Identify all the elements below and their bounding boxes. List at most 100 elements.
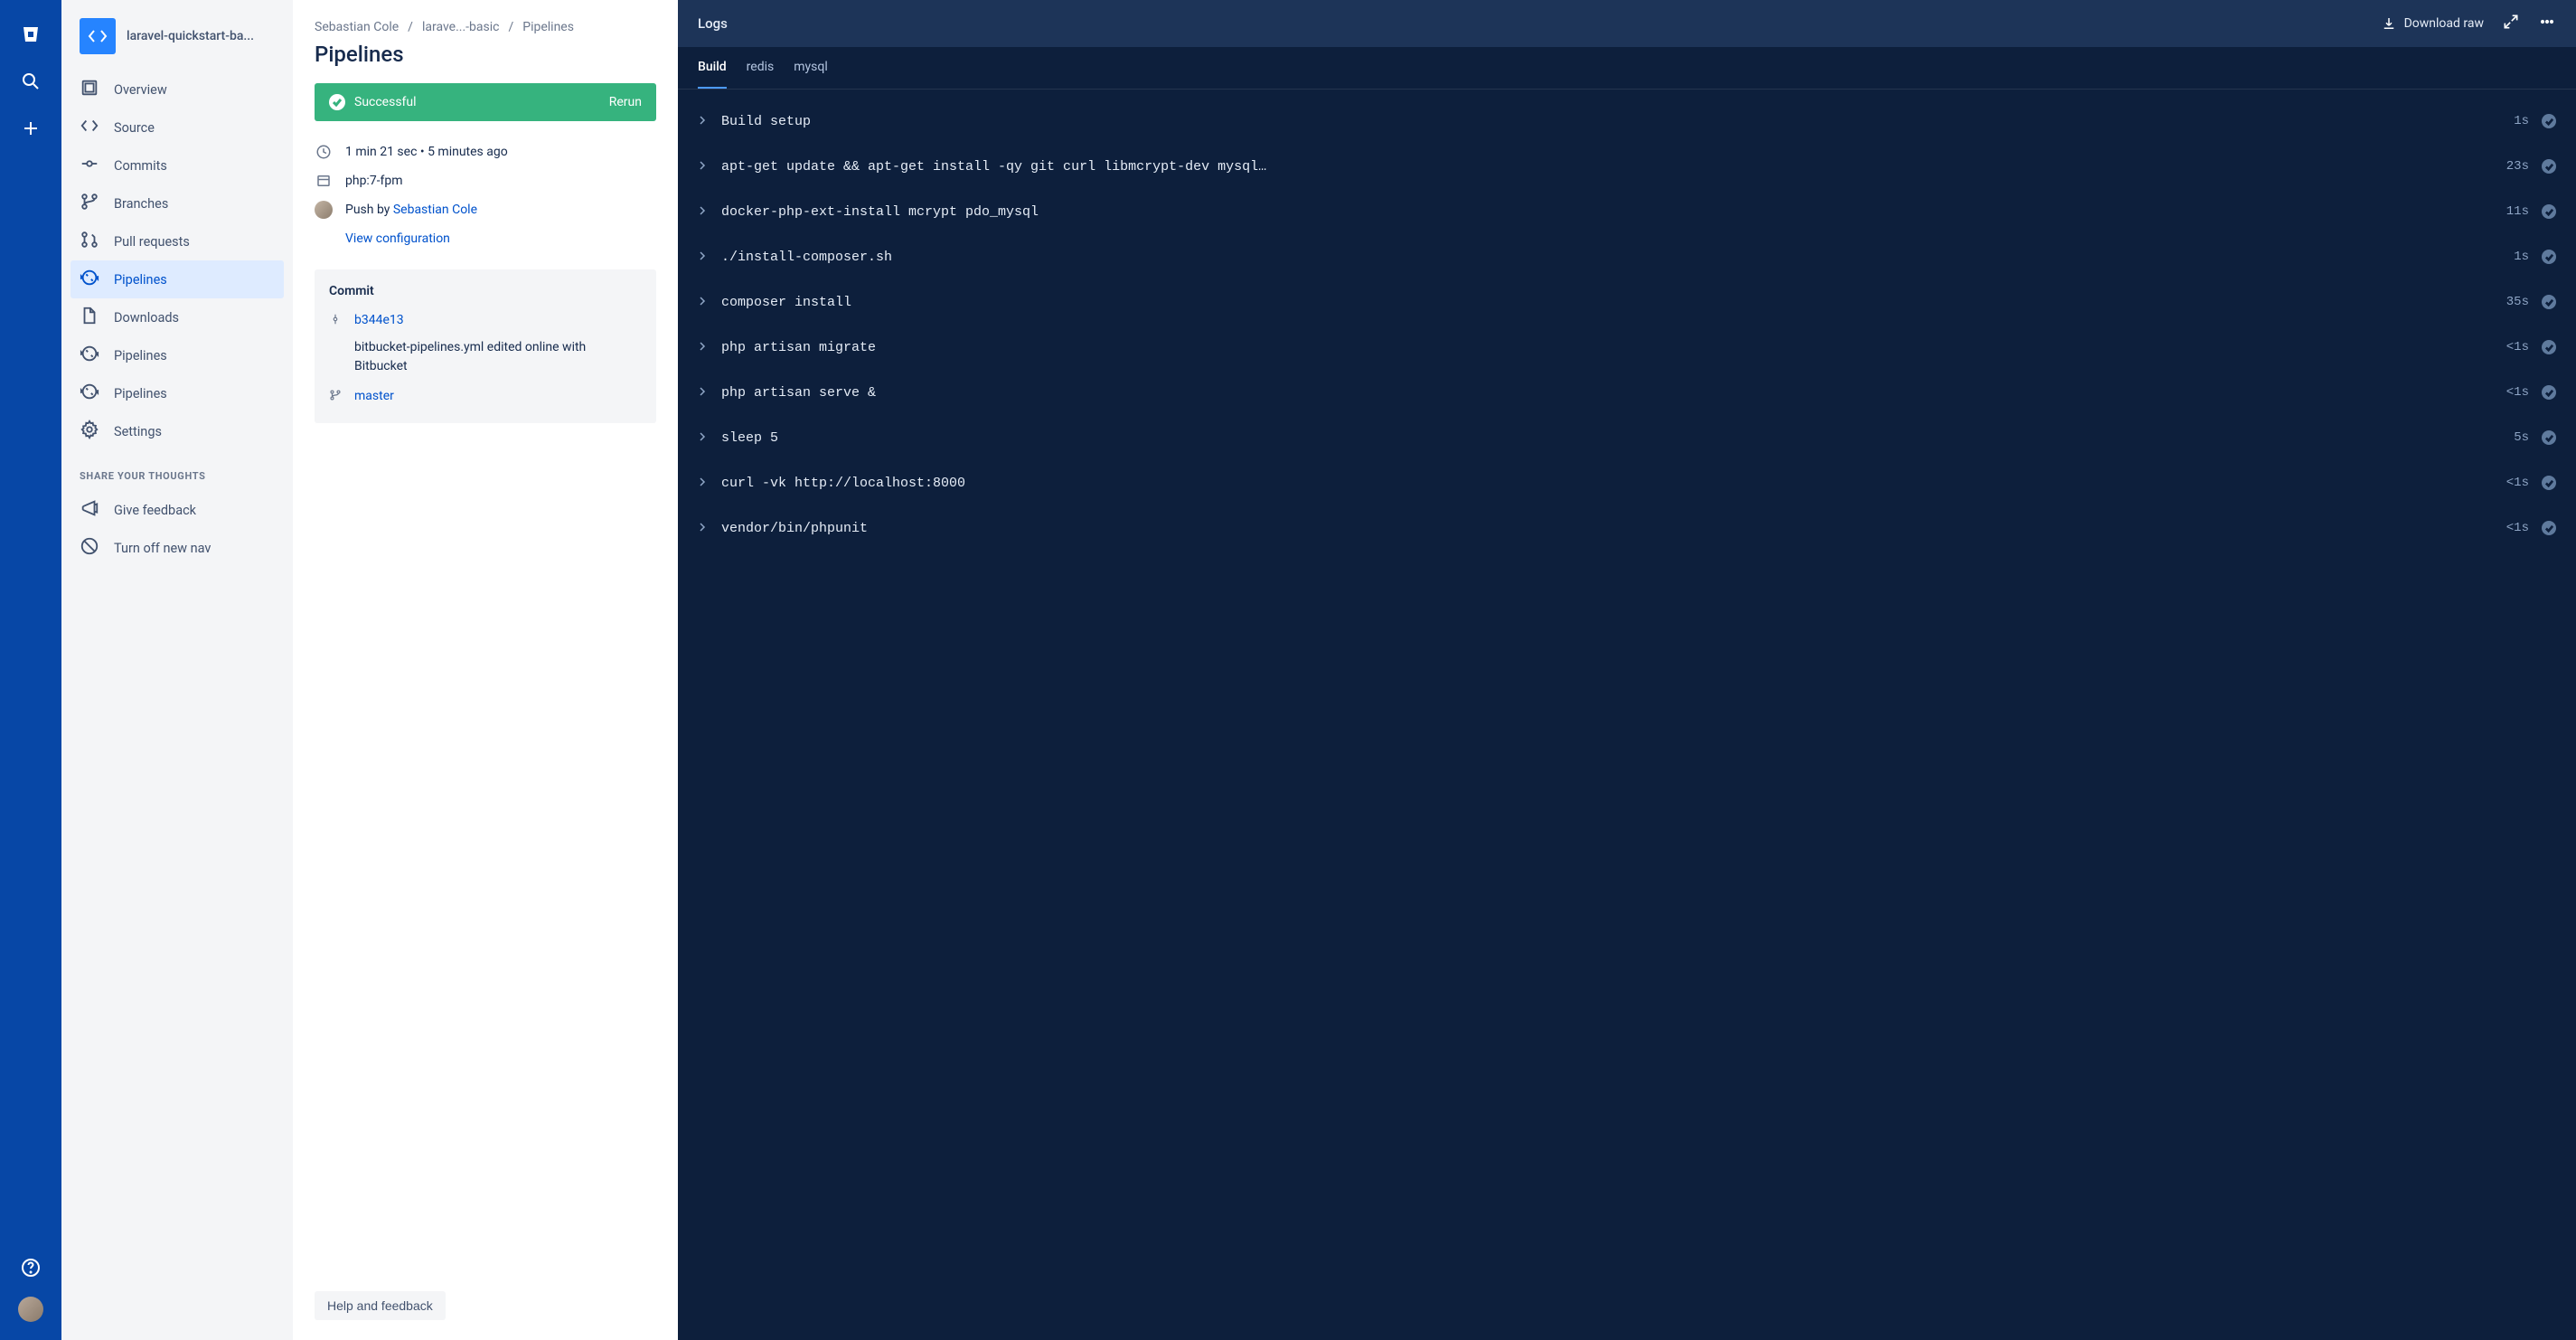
logs-tabs: Build redis mysql (678, 47, 2576, 90)
success-check-icon (2542, 250, 2556, 264)
meta-duration: 1 min 21 sec • 5 minutes ago (315, 137, 656, 166)
log-line[interactable]: ./install-composer.sh 1s (698, 234, 2556, 279)
commit-card: Commit b344e13 bitbucket-pipelines.yml e… (315, 269, 656, 423)
breadcrumb-repo[interactable]: larave...-basic (422, 20, 500, 34)
log-line[interactable]: php artisan migrate <1s (698, 325, 2556, 370)
chevron-right-icon (698, 340, 709, 355)
rerun-button[interactable]: Rerun (609, 95, 642, 109)
sidebar-item-label: Pipelines (114, 348, 167, 363)
user-avatar[interactable] (18, 1297, 43, 1322)
logs-panel: Logs Download raw Build redis mysql Build … (678, 0, 2576, 1340)
author-link[interactable]: Sebastian Cole (393, 203, 477, 217)
sidebar-item-pipelines[interactable]: Pipelines (71, 336, 284, 374)
status-label: Successful (354, 95, 417, 109)
log-line[interactable]: vendor/bin/phpunit <1s (698, 505, 2556, 551)
repo-name: laravel-quickstart-ba... (127, 29, 254, 43)
log-duration: 1s (2514, 114, 2529, 128)
commit-title: Commit (329, 284, 642, 298)
commit-hash-link[interactable]: b344e13 (354, 313, 404, 327)
logs-title: Logs (698, 15, 2363, 32)
success-check-icon (2542, 340, 2556, 354)
author-avatar (315, 201, 333, 219)
log-duration: 11s (2506, 204, 2529, 219)
log-command: composer install (721, 295, 2494, 310)
repo-header[interactable]: laravel-quickstart-ba... (71, 18, 284, 71)
log-command: Build setup (721, 114, 2501, 129)
log-line[interactable]: sleep 5 5s (698, 415, 2556, 460)
log-command: sleep 5 (721, 430, 2501, 446)
add-icon[interactable] (13, 110, 49, 146)
log-line[interactable]: Build setup 1s (698, 99, 2556, 144)
logs-tab-redis[interactable]: redis (747, 47, 775, 89)
page-title: Pipelines (315, 42, 656, 67)
repo-sidebar: laravel-quickstart-ba... Overview Source C… (61, 0, 293, 1340)
sidebar-item-pipelines[interactable]: Pipelines (71, 374, 284, 412)
sidebar-item-give-feedback[interactable]: Give feedback (71, 491, 284, 529)
share-header: SHARE YOUR THOUGHTS (71, 450, 284, 491)
chevron-right-icon (698, 204, 709, 220)
sidebar-item-pipelines[interactable]: Pipelines (71, 260, 284, 298)
bitbucket-logo[interactable] (13, 16, 49, 52)
success-check-icon (2542, 430, 2556, 445)
chevron-right-icon (698, 476, 709, 491)
log-body: Build setup 1s apt-get update && apt-get… (678, 90, 2576, 1340)
sidebar-item-label: Pipelines (114, 272, 167, 288)
help-icon[interactable] (13, 1250, 49, 1286)
meta-author: Push by Sebastian Cole (315, 195, 656, 224)
sidebar-item-pull-requests[interactable]: Pull requests (71, 222, 284, 260)
more-icon[interactable] (2538, 13, 2556, 34)
sidebar-item-source[interactable]: Source (71, 109, 284, 146)
download-raw-button[interactable]: Download raw (2381, 15, 2484, 32)
clock-icon (315, 143, 333, 161)
expand-icon[interactable] (2502, 13, 2520, 34)
log-command: apt-get update && apt-get install -qy gi… (721, 159, 2494, 175)
log-duration: <1s (2506, 521, 2529, 535)
log-command: php artisan serve & (721, 385, 2494, 401)
commit-message: bitbucket-pipelines.yml edited online wi… (329, 333, 642, 385)
sidebar-item-settings[interactable]: Settings (71, 412, 284, 450)
log-line[interactable]: php artisan serve & <1s (698, 370, 2556, 415)
repo-icon (80, 18, 116, 54)
sidebar-item-branches[interactable]: Branches (71, 184, 284, 222)
off-icon (80, 536, 99, 560)
sidebar-item-turn-off-new-nav[interactable]: Turn off new nav (71, 529, 284, 567)
pipelines-icon (80, 382, 99, 405)
log-line[interactable]: composer install 35s (698, 279, 2556, 325)
chevron-right-icon (698, 521, 709, 536)
success-check-icon (2542, 295, 2556, 309)
logs-tab-build[interactable]: Build (698, 47, 727, 89)
main-content: Sebastian Cole / larave...-basic / Pipel… (293, 0, 678, 1340)
help-feedback-button[interactable]: Help and feedback (315, 1291, 446, 1320)
branches-icon (80, 192, 99, 215)
sidebar-item-label: Give feedback (114, 503, 196, 518)
chevron-right-icon (698, 295, 709, 310)
sidebar-item-commits[interactable]: Commits (71, 146, 284, 184)
breadcrumb-section[interactable]: Pipelines (522, 20, 574, 34)
log-line[interactable]: curl -vk http://localhost:8000 <1s (698, 460, 2556, 505)
sidebar-item-label: Branches (114, 196, 168, 212)
search-icon[interactable] (13, 63, 49, 99)
pipelines-icon (80, 268, 99, 291)
success-check-icon (2542, 476, 2556, 490)
success-check-icon (2542, 159, 2556, 174)
breadcrumb-author[interactable]: Sebastian Cole (315, 20, 399, 34)
sidebar-item-overview[interactable]: Overview (71, 71, 284, 109)
log-command: docker-php-ext-install mcrypt pdo_mysql (721, 204, 2494, 220)
success-check-icon (2542, 521, 2556, 535)
sidebar-item-downloads[interactable]: Downloads (71, 298, 284, 336)
branch-icon (329, 389, 343, 405)
sidebar-item-label: Commits (114, 158, 167, 174)
sidebar-item-label: Overview (114, 82, 167, 98)
success-check-icon (2542, 114, 2556, 128)
branch-link[interactable]: master (354, 389, 394, 403)
log-command: php artisan migrate (721, 340, 2494, 355)
success-check-icon (2542, 204, 2556, 219)
sidebar-item-label: Downloads (114, 310, 179, 326)
log-line[interactable]: docker-php-ext-install mcrypt pdo_mysql … (698, 189, 2556, 234)
logs-tab-mysql[interactable]: mysql (794, 47, 828, 89)
log-line[interactable]: apt-get update && apt-get install -qy gi… (698, 144, 2556, 189)
view-configuration-link[interactable]: View configuration (345, 231, 450, 246)
sidebar-item-label: Turn off new nav (114, 541, 211, 556)
chevron-right-icon (698, 430, 709, 446)
log-duration: <1s (2506, 385, 2529, 400)
